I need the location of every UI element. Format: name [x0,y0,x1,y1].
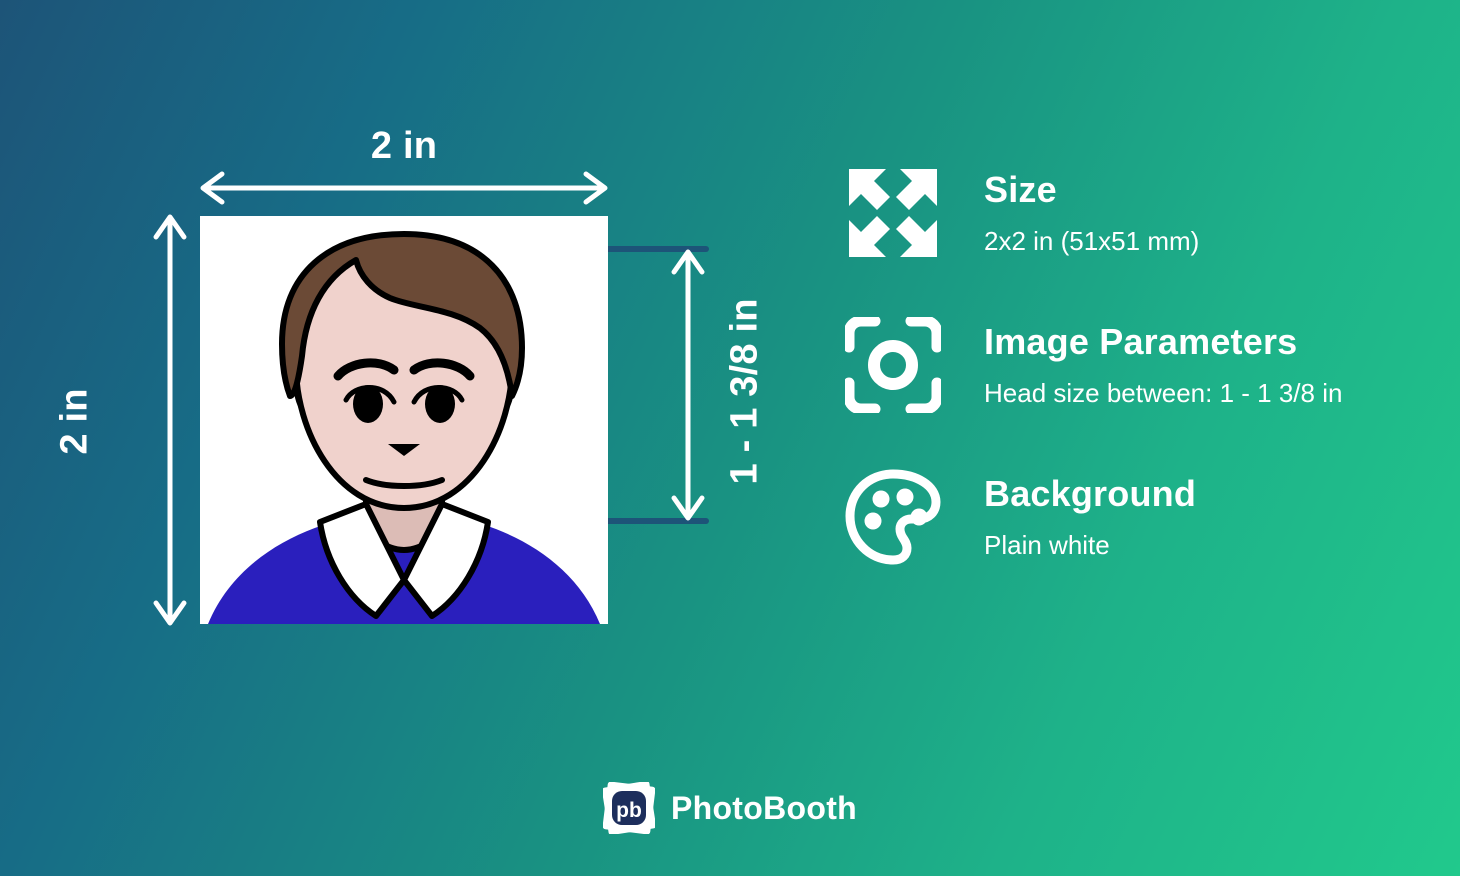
infographic-page: 2 in 2 in 1 - 1 3/8 in Size 2x2 in (51x5… [0,0,1460,876]
brand-footer: pb PhotoBooth [0,780,1460,836]
head-height-dimension-label: 1 - 1 3/8 in [723,298,766,485]
requirement-item-background: Background Plain white [845,469,1435,565]
requirement-title: Size [984,169,1057,210]
photobooth-logo-icon: pb [601,780,656,836]
requirement-value: Head size between: 1 - 1 3/8 in [984,378,1343,409]
palette-icon [845,469,941,565]
head-height-dimension-arrow [671,249,705,521]
viewfinder-icon [845,317,941,413]
requirement-text-background: Background Plain white [984,469,1196,562]
passport-photo [200,216,608,624]
requirement-title: Background [984,473,1197,514]
width-dimension-arrow [200,171,608,205]
expand-arrows-icon [845,165,941,261]
requirement-item-size: Size 2x2 in (51x51 mm) [845,165,1435,261]
requirement-value: Plain white [984,530,1110,561]
requirement-value: 2x2 in (51x51 mm) [984,226,1200,257]
height-dimension-arrow [153,214,187,626]
width-dimension-label: 2 in [370,125,438,167]
brand-name: PhotoBooth [670,789,858,826]
requirement-text-size: Size 2x2 in (51x51 mm) [984,165,1199,258]
requirement-item-image-parameters: Image Parameters Head size between: 1 - … [845,317,1435,413]
requirements-list: Size 2x2 in (51x51 mm) Image Parameters … [845,165,1435,621]
portrait-illustration [208,231,600,624]
height-dimension-label: 2 in [53,388,96,455]
requirement-text-image-parameters: Image Parameters Head size between: 1 - … [984,317,1342,410]
photo-size-illustration: 2 in 2 in 1 - 1 3/8 in [0,0,790,700]
requirement-title: Image Parameters [984,321,1298,362]
svg-text:pb: pb [616,799,642,822]
